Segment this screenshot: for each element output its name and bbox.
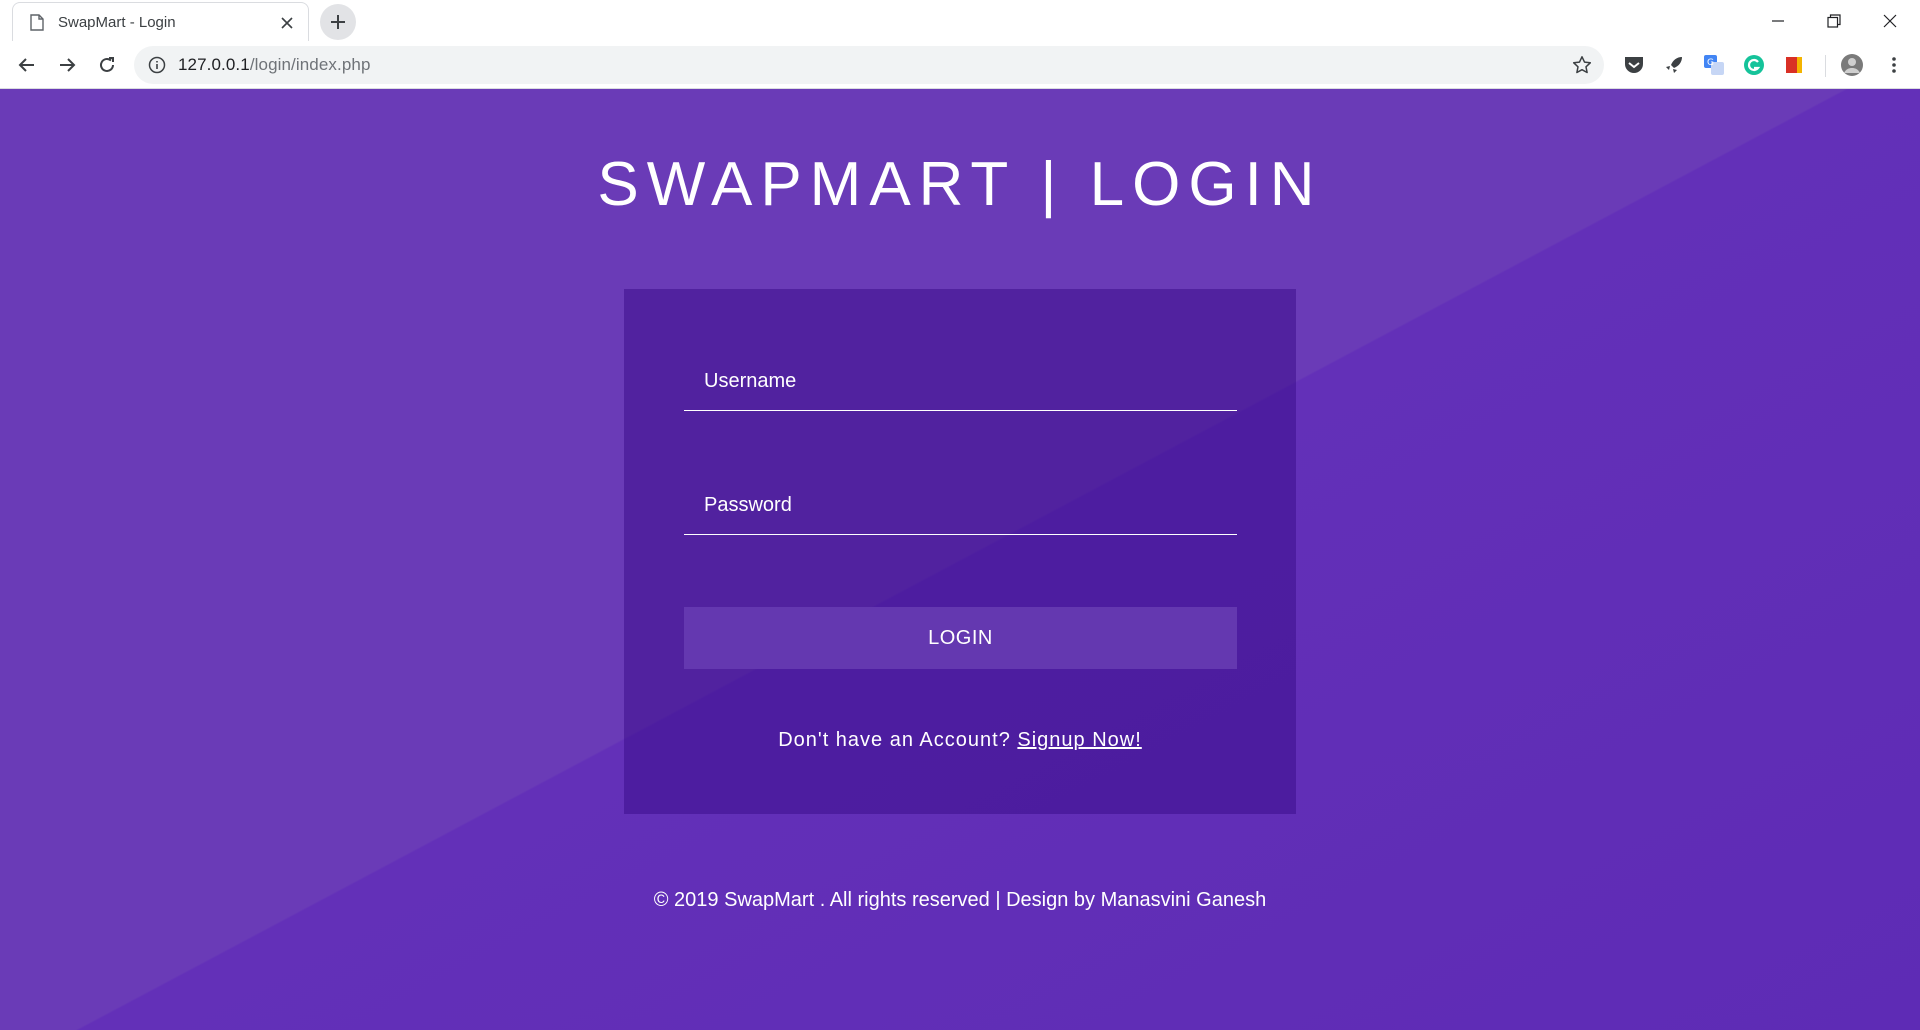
pocket-extension-icon[interactable] (1622, 53, 1646, 77)
restore-button[interactable] (1806, 0, 1862, 41)
minimize-icon (1772, 19, 1784, 22)
url-text[interactable]: 127.0.0.1/login/index.php (178, 55, 371, 75)
login-page: SWAPMART | LOGIN LOGIN Don't have an Acc… (0, 89, 1920, 1030)
username-field-wrapper (684, 349, 1237, 411)
arrow-right-icon (60, 58, 76, 72)
url-host: 127.0.0.1 (178, 55, 250, 74)
browser-tab[interactable]: SwapMart - Login (12, 2, 309, 42)
forward-button[interactable] (49, 47, 85, 83)
password-field-wrapper (684, 473, 1237, 535)
info-icon[interactable] (148, 56, 166, 74)
browser-tab-strip: SwapMart - Login (0, 0, 1920, 42)
reload-button[interactable] (89, 47, 125, 83)
menu-kebab-icon[interactable] (1882, 53, 1906, 77)
username-input[interactable] (684, 349, 1237, 410)
url-path: /login/index.php (249, 55, 371, 74)
back-button[interactable] (9, 47, 45, 83)
svg-text:G: G (1707, 58, 1714, 68)
close-window-button[interactable] (1862, 0, 1918, 41)
login-button[interactable]: LOGIN (684, 607, 1237, 669)
close-icon (1883, 14, 1897, 27)
plus-icon (331, 15, 345, 29)
arrow-left-icon (18, 58, 34, 72)
profile-avatar[interactable] (1840, 53, 1864, 77)
minimize-button[interactable] (1750, 0, 1806, 41)
password-input[interactable] (684, 473, 1237, 534)
new-tab-button[interactable] (320, 4, 356, 40)
restore-icon (1827, 13, 1841, 28)
reload-icon (100, 57, 114, 72)
browser-toolbar: 127.0.0.1/login/index.php G (0, 41, 1920, 89)
rocket-extension-icon[interactable] (1662, 53, 1686, 77)
signup-prompt: Don't have an Account? (778, 729, 1011, 751)
grammarly-extension-icon[interactable] (1742, 53, 1766, 77)
page-icon (30, 14, 44, 31)
signup-line: Don't have an Account? Signup Now! (624, 729, 1296, 752)
toolbar-divider (1825, 55, 1826, 77)
tab-title: SwapMart - Login (58, 14, 176, 31)
red-extension-icon[interactable] (1782, 53, 1806, 77)
footer-text: © 2019 SwapMart . All rights reserved | … (653, 889, 1267, 911)
signup-link[interactable]: Signup Now! (1017, 729, 1141, 751)
page-title: SWAPMART | LOGIN (597, 150, 1323, 219)
login-card: LOGIN Don't have an Account? Signup Now! (624, 289, 1296, 814)
translate-extension-icon[interactable]: G (1702, 53, 1726, 77)
close-tab-icon[interactable] (276, 12, 298, 34)
address-bar[interactable]: 127.0.0.1/login/index.php (134, 46, 1604, 84)
bookmark-star-icon[interactable] (1572, 55, 1592, 75)
